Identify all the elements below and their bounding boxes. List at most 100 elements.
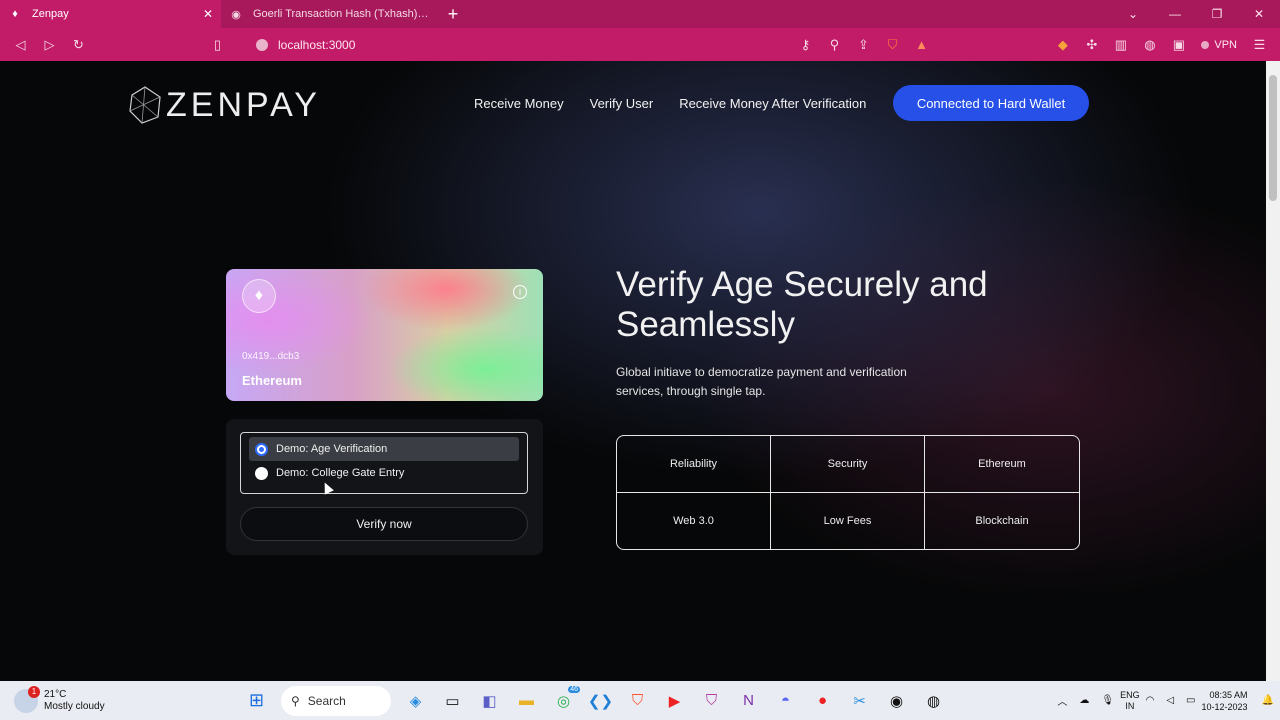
search-icon: ⚲ [291,693,300,708]
hero-title: Verify Age Securely and Seamlessly [616,265,988,344]
site-info-icon[interactable] [256,38,268,51]
maximize-button[interactable]: ❐ [1196,0,1238,28]
share-icon[interactable]: ⇪ [849,31,878,59]
nav-receive-money[interactable]: Receive Money [474,96,564,111]
brave-shield-icon[interactable]: ⛉ [878,31,907,59]
tab-goerli[interactable]: ◉ Goerli Transaction Hash (Txhash) Detai… [221,0,439,28]
system-tray: ︿ ☁ 🎙 ENG IN ◠ ◁ ▭ 08:35 AM 10-12-2023 🔔 [1051,689,1280,713]
chrome-icon[interactable]: ◍ [915,686,952,716]
metamask-icon[interactable]: ◆ [1048,31,1077,59]
wifi-icon[interactable]: ◠ [1146,695,1155,706]
battery-icon[interactable]: ▭ [1186,695,1195,706]
copilot-icon[interactable]: ◈ [397,686,434,716]
nav-receive-after-verification[interactable]: Receive Money After Verification [679,96,866,111]
tray-overflow-icon[interactable]: ︿ [1057,693,1067,708]
browser-toolbar: ◁ ▷ ↻ ▯ localhost:3000 ⚷ ⚲ ⇪ ⛉ ▲ ◆ ✣ ▥ ◍… [0,28,1280,61]
windows-taskbar: 1 21°C Mostly cloudy ⊞ ⚲ Search ◈ ▭ ◧ ▬ … [0,681,1280,720]
browser-tabbar: ♦ Zenpay ✕ ◉ Goerli Transaction Hash (Tx… [0,0,1280,28]
file-explorer-icon[interactable]: ▬ [508,686,545,716]
demo-panel: Demo: Age Verification Demo: College Gat… [226,419,543,555]
vscode-icon[interactable]: ❮❯ [582,686,619,716]
youtube-icon[interactable]: ▶ [656,686,693,716]
new-tab-button[interactable]: + [439,0,467,28]
tab-zenpay[interactable]: ♦ Zenpay ✕ [0,0,221,28]
key-icon[interactable]: ⚷ [791,31,820,59]
back-icon[interactable]: ◁ [6,31,35,59]
task-view-icon[interactable]: ▭ [434,686,471,716]
menu-icon[interactable]: ☰ [1245,31,1274,59]
forward-icon[interactable]: ▷ [35,31,64,59]
url-text[interactable]: localhost:3000 [278,38,791,52]
lang-bottom: IN [1125,700,1135,711]
connect-wallet-button[interactable]: Connected to Hard Wallet [893,85,1089,121]
obs-icon[interactable]: ◉ [878,686,915,716]
reload-icon[interactable]: ↻ [64,31,93,59]
etherscan-favicon-icon: ◉ [231,8,241,21]
taskbar-apps: ⊞ ⚲ Search ◈ ▭ ◧ ▬ ◎ 46 ❮❯ ⛉ ▶ ⛉ N ◓ ● ✂ … [238,685,952,716]
window-controls: ⌄ — ❐ ✕ [1112,0,1280,28]
weather-temp: 21°C [44,688,67,700]
extensions-icon[interactable]: ✣ [1077,31,1106,59]
media-player-icon[interactable]: ● [804,686,841,716]
close-tab-icon[interactable]: ✕ [203,7,213,21]
notification-bell-icon[interactable]: 🔔 [1262,695,1274,706]
zoom-icon[interactable]: ⚲ [820,31,849,59]
clock[interactable]: 08:35 AM 10-12-2023 [1202,689,1248,713]
brave-nightly-icon[interactable]: ⛉ [693,686,730,716]
zenpay-favicon-icon: ♦ [12,8,18,20]
weather-badge: 1 [28,685,40,698]
radio-college-gate-entry[interactable]: Demo: College Gate Entry [249,461,519,485]
microphone-icon[interactable]: 🎙 [1101,695,1114,706]
nav-verify-user[interactable]: Verify User [590,96,654,111]
address-bar[interactable]: localhost:3000 ⚷ ⚲ ⇪ ⛉ ▲ [246,31,936,59]
tab-title: Goerli Transaction Hash (Txhash) Details… [253,8,431,20]
logo-mark-icon [129,86,161,124]
volume-icon[interactable]: ◁ [1166,695,1174,706]
teams-icon[interactable]: ◧ [471,686,508,716]
radio-age-verification[interactable]: Demo: Age Verification [249,437,519,461]
page-scrollbar[interactable] [1266,61,1280,681]
radio-selected-icon[interactable] [255,442,268,456]
tab-search-icon[interactable]: ⌄ [1112,0,1154,28]
wallet-icon[interactable]: ▣ [1164,31,1193,59]
discord-icon[interactable]: ◓ [767,686,804,716]
weather-desc: Mostly cloudy [44,700,105,712]
ethereum-icon: ♦ [242,279,276,313]
profile-icon[interactable]: ◍ [1135,31,1164,59]
scrollbar-thumb[interactable] [1269,75,1277,201]
feature-ethereum: Ethereum [925,436,1079,493]
feature-low-fees: Low Fees [771,492,925,549]
main-nav: Receive Money Verify User Receive Money … [474,96,892,111]
feature-security: Security [771,436,925,493]
wallet-card: ♦ i 0x419...dcb3 Ethereum [226,269,543,401]
vpn-button[interactable]: VPN [1193,39,1245,51]
onenote-icon[interactable]: N [730,686,767,716]
feature-reliability: Reliability [617,436,771,493]
verify-now-button[interactable]: Verify now [240,507,528,541]
network-name: Ethereum [242,373,302,388]
zenpay-logo[interactable]: ZENPAY [128,85,321,125]
whatsapp-icon[interactable]: ◎ 46 [545,685,582,716]
windows-start-icon[interactable]: ⊞ [238,686,275,716]
info-icon[interactable]: i [513,285,527,299]
demo-radio-group: Demo: Age Verification Demo: College Gat… [240,432,528,494]
clock-date: 10-12-2023 [1201,701,1248,712]
radio-label: Demo: College Gate Entry [276,467,405,479]
lang-top: ENG [1120,689,1140,700]
bookmark-icon[interactable]: ▯ [203,31,232,59]
page-content: ZENPAY Receive Money Verify User Receive… [0,61,1266,681]
weather-cloudy-icon: 1 [14,685,40,713]
weather-widget[interactable]: 1 21°C Mostly cloudy [14,685,214,713]
brave-rewards-icon[interactable]: ▲ [907,31,936,59]
close-window-button[interactable]: ✕ [1238,0,1280,28]
whatsapp-badge: 46 [568,685,580,693]
hero-subtitle: Global initiave to democratize payment a… [616,365,907,398]
taskbar-search[interactable]: ⚲ Search [281,685,391,716]
onedrive-icon[interactable]: ☁ [1079,695,1089,706]
radio-unselected-icon[interactable] [255,466,268,480]
sidebar-icon[interactable]: ▥ [1106,31,1135,59]
brave-browser-icon[interactable]: ⛉ [619,686,656,716]
language-indicator[interactable]: ENG IN [1120,690,1140,712]
minimize-button[interactable]: — [1154,0,1196,28]
snipping-tool-icon[interactable]: ✂ [841,686,878,716]
